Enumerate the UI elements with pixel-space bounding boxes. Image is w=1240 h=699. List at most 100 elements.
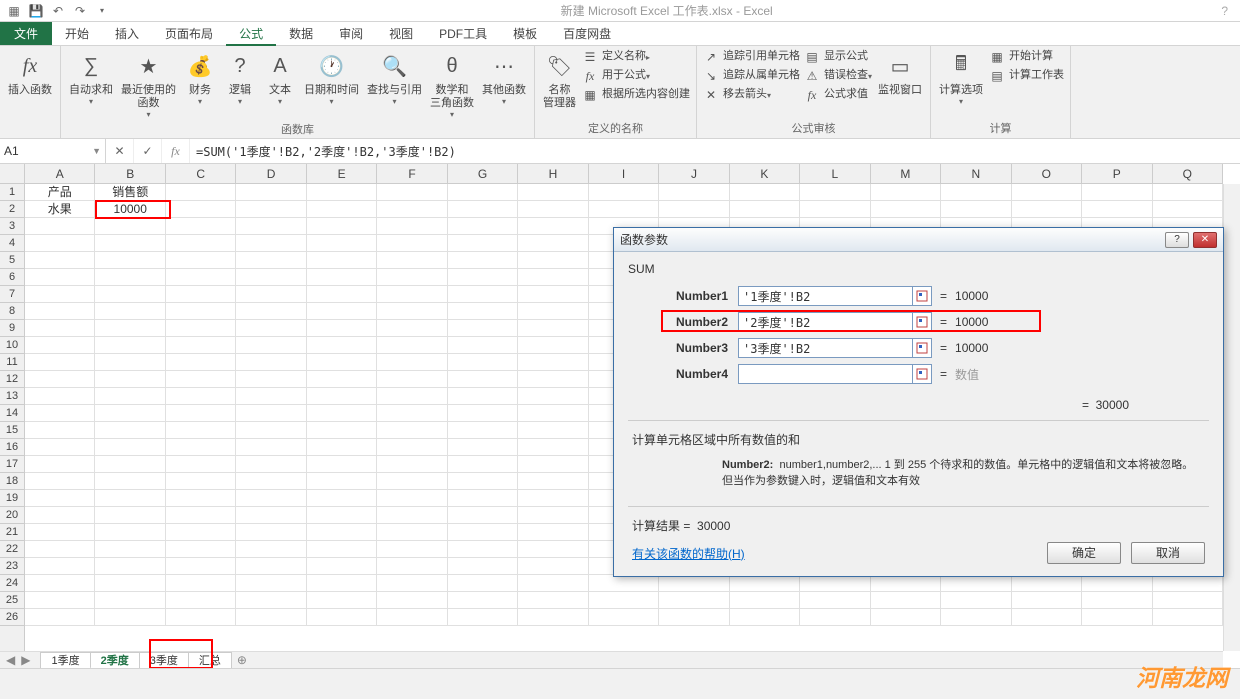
cell[interactable] — [377, 473, 447, 490]
cell[interactable] — [800, 201, 870, 218]
cell[interactable] — [448, 592, 518, 609]
cell[interactable] — [871, 592, 941, 609]
cell[interactable] — [95, 609, 165, 626]
cell[interactable] — [377, 286, 447, 303]
cell[interactable] — [236, 371, 306, 388]
cell[interactable] — [25, 490, 95, 507]
cell[interactable] — [166, 201, 236, 218]
cell[interactable] — [95, 371, 165, 388]
cell[interactable] — [95, 473, 165, 490]
cell[interactable] — [166, 388, 236, 405]
cell[interactable] — [377, 592, 447, 609]
cell[interactable] — [307, 575, 377, 592]
create-from-selection-button[interactable]: ▦根据所选内容创建 — [580, 86, 692, 104]
cell[interactable] — [25, 218, 95, 235]
cell[interactable] — [307, 269, 377, 286]
row-header[interactable]: 13 — [0, 388, 24, 405]
row-header[interactable]: 2 — [0, 201, 24, 218]
cell[interactable] — [25, 473, 95, 490]
cell[interactable] — [448, 575, 518, 592]
cell[interactable] — [377, 201, 447, 218]
cell[interactable] — [25, 558, 95, 575]
row-header[interactable]: 6 — [0, 269, 24, 286]
row-header[interactable]: 22 — [0, 541, 24, 558]
col-header[interactable]: A — [25, 164, 95, 183]
cell[interactable] — [95, 524, 165, 541]
cell[interactable] — [25, 507, 95, 524]
cell[interactable] — [518, 405, 588, 422]
cell[interactable] — [377, 235, 447, 252]
cell[interactable] — [307, 490, 377, 507]
cell[interactable] — [95, 575, 165, 592]
cell[interactable] — [448, 303, 518, 320]
trace-precedents-button[interactable]: ↗追踪引用单元格 — [701, 48, 802, 66]
cell[interactable] — [25, 320, 95, 337]
cell[interactable] — [518, 269, 588, 286]
show-formulas-button[interactable]: ▤显示公式 — [802, 48, 874, 66]
cell[interactable] — [377, 354, 447, 371]
cell[interactable] — [166, 575, 236, 592]
cell[interactable] — [95, 558, 165, 575]
cell[interactable] — [1012, 575, 1082, 592]
tab-view[interactable]: 视图 — [376, 22, 426, 45]
math-button[interactable]: θ数学和 三角函数▾ — [426, 48, 478, 121]
cell[interactable] — [377, 439, 447, 456]
row-header[interactable]: 25 — [0, 592, 24, 609]
cell[interactable] — [307, 609, 377, 626]
col-header[interactable]: P — [1082, 164, 1152, 183]
cell[interactable] — [518, 252, 588, 269]
cell[interactable] — [1082, 575, 1152, 592]
tab-review[interactable]: 审阅 — [326, 22, 376, 45]
cell[interactable] — [166, 422, 236, 439]
row-header[interactable]: 15 — [0, 422, 24, 439]
cell[interactable] — [166, 337, 236, 354]
more-functions-button[interactable]: ⋯其他函数▾ — [478, 48, 530, 108]
cell[interactable] — [518, 201, 588, 218]
cell[interactable] — [25, 286, 95, 303]
cell[interactable] — [377, 490, 447, 507]
row-header[interactable]: 5 — [0, 252, 24, 269]
cell[interactable] — [307, 371, 377, 388]
cell[interactable] — [236, 609, 306, 626]
calculate-now-button[interactable]: ▦开始计算 — [987, 48, 1066, 66]
name-box-dropdown-icon[interactable]: ▼ — [92, 146, 101, 156]
cell[interactable] — [518, 184, 588, 201]
cell[interactable] — [1153, 609, 1223, 626]
cell[interactable] — [25, 439, 95, 456]
cell[interactable] — [307, 286, 377, 303]
cell[interactable] — [166, 184, 236, 201]
cell[interactable] — [307, 184, 377, 201]
cell[interactable] — [236, 337, 306, 354]
cell[interactable] — [1153, 201, 1223, 218]
col-header[interactable]: F — [377, 164, 447, 183]
cell[interactable] — [307, 388, 377, 405]
row-header[interactable]: 11 — [0, 354, 24, 371]
cell[interactable] — [236, 184, 306, 201]
cell[interactable] — [307, 252, 377, 269]
col-header[interactable]: J — [659, 164, 729, 183]
cell[interactable] — [941, 609, 1011, 626]
cell[interactable] — [518, 235, 588, 252]
cell[interactable] — [800, 592, 870, 609]
col-header[interactable]: Q — [1153, 164, 1223, 183]
remove-arrows-button[interactable]: ✕移去箭头 ▾ — [701, 86, 802, 104]
cell[interactable] — [307, 541, 377, 558]
cell[interactable] — [377, 320, 447, 337]
vertical-scrollbar[interactable] — [1223, 184, 1240, 651]
tab-home[interactable]: 开始 — [52, 22, 102, 45]
cell[interactable] — [377, 609, 447, 626]
cell[interactable] — [307, 303, 377, 320]
cell[interactable] — [166, 235, 236, 252]
row-header[interactable]: 24 — [0, 575, 24, 592]
row-header[interactable]: 19 — [0, 490, 24, 507]
cell[interactable] — [377, 575, 447, 592]
tab-netdisk[interactable]: 百度网盘 — [550, 22, 624, 45]
cancel-button[interactable]: 取消 — [1131, 542, 1205, 564]
cell[interactable] — [659, 575, 729, 592]
cell[interactable] — [448, 252, 518, 269]
col-header[interactable]: G — [448, 164, 518, 183]
cell[interactable] — [166, 439, 236, 456]
cell[interactable] — [166, 371, 236, 388]
lookup-button[interactable]: 🔍查找与引用▾ — [363, 48, 426, 108]
col-header[interactable]: B — [95, 164, 165, 183]
